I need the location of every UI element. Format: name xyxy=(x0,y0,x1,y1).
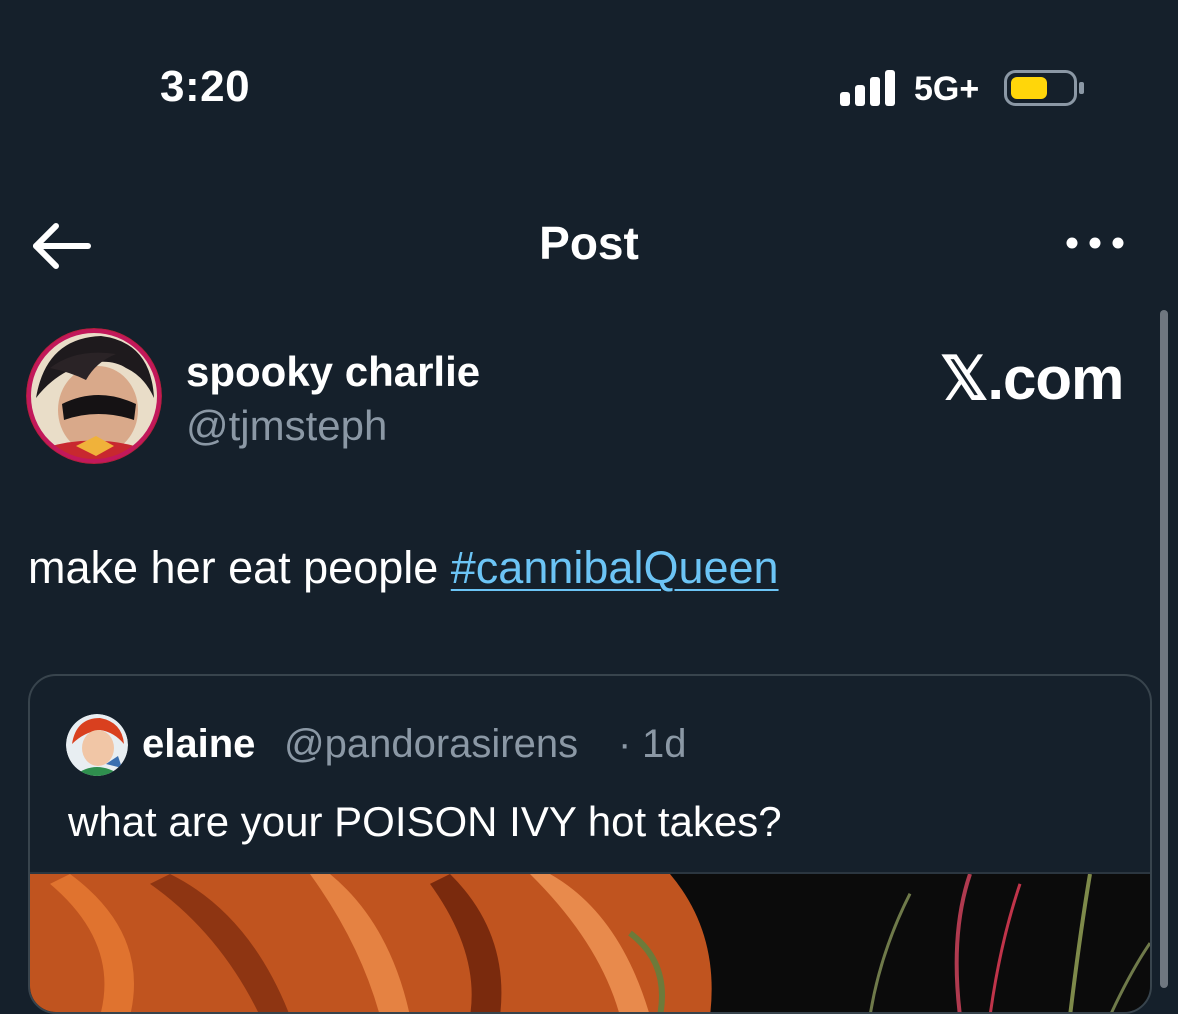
scrollbar[interactable] xyxy=(1160,310,1168,988)
cellular-signal-icon xyxy=(840,70,895,106)
hashtag-link[interactable]: #cannibalQueen xyxy=(451,542,779,593)
more-options-icon[interactable] xyxy=(1060,222,1130,264)
status-time: 3:20 xyxy=(160,62,251,111)
quoted-post-image[interactable] xyxy=(30,872,1152,1014)
quoted-post-card[interactable]: elaine @pandorasirens · 1d what are your… xyxy=(28,674,1152,1014)
network-type: 5G+ xyxy=(914,70,980,108)
status-bar: 3:20 5G+ xyxy=(0,0,1178,160)
quoted-post-text: what are your POISON IVY hot takes? xyxy=(68,798,782,845)
quoted-avatar[interactable] xyxy=(66,714,128,776)
navigation-bar: Post xyxy=(0,200,1178,290)
quoted-author-handle[interactable]: @pandorasirens xyxy=(284,722,578,767)
separator-dot: · xyxy=(618,722,632,766)
author-display-name[interactable]: spooky charlie xyxy=(186,348,480,396)
back-arrow-icon[interactable] xyxy=(28,218,94,274)
post-author: spooky charlie @tjmsteph 𝕏.com xyxy=(26,328,1126,468)
quoted-post-time: 1d xyxy=(642,722,687,766)
post-text: make her eat people xyxy=(28,542,451,593)
page-title: Post xyxy=(539,217,639,269)
battery-icon xyxy=(1004,70,1084,106)
avatar[interactable] xyxy=(26,328,162,464)
author-handle[interactable]: @tjmsteph xyxy=(186,402,387,450)
post-body: make her eat people #cannibalQueen xyxy=(28,542,779,594)
quoted-author-name[interactable]: elaine xyxy=(142,722,255,767)
x-watermark: 𝕏.com xyxy=(940,345,1124,412)
